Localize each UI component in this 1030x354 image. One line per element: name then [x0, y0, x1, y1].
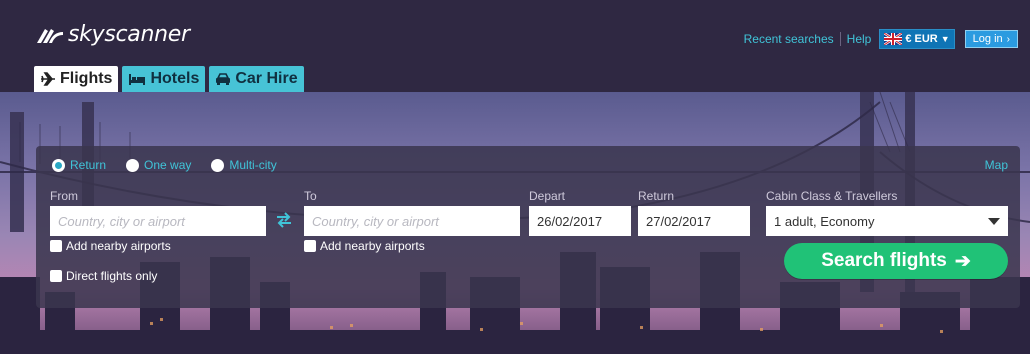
car-icon: [216, 73, 231, 85]
tab-flights[interactable]: Flights: [34, 66, 119, 92]
radio-label: Return: [70, 158, 107, 172]
trip-type-multi-city[interactable]: Multi-city: [211, 158, 277, 172]
to-input[interactable]: [304, 206, 520, 236]
skyscanner-logo[interactable]: skyscanner: [34, 21, 190, 47]
depart-label: Depart: [529, 189, 566, 203]
search-button-label: Search flights: [821, 250, 947, 271]
trip-type-one-way[interactable]: One way: [126, 158, 191, 172]
search-flights-button[interactable]: Search flights ➔: [784, 243, 1008, 279]
recent-searches-link[interactable]: Recent searches: [738, 32, 840, 46]
radio-label: Multi-city: [229, 158, 277, 172]
login-button[interactable]: Log in ›: [964, 30, 1018, 48]
from-label: From: [50, 189, 78, 203]
swap-icon[interactable]: [275, 212, 293, 228]
uk-flag-icon: [884, 33, 903, 45]
radio-icon: [211, 158, 225, 172]
nearby-to-checkbox[interactable]: Add nearby airports: [304, 239, 425, 253]
bed-icon: [129, 74, 146, 85]
arrow-right-icon: ➔: [954, 250, 971, 272]
to-label: To: [304, 189, 317, 203]
caret-down-icon: [988, 217, 1000, 225]
trip-type-return[interactable]: Return: [52, 158, 106, 172]
help-link[interactable]: Help: [841, 32, 878, 46]
login-label: Log in: [972, 33, 1003, 45]
radio-icon: [126, 158, 140, 172]
tab-label: Flights: [60, 70, 113, 87]
currency-label: € EUR: [905, 33, 938, 45]
plane-icon: [41, 72, 55, 86]
direct-flights-checkbox[interactable]: Direct flights only: [50, 269, 157, 283]
cabin-value: 1 adult, Economy: [774, 213, 875, 229]
chevron-right-icon: ›: [1006, 33, 1010, 45]
radio-label: One way: [144, 158, 192, 172]
tab-hotels[interactable]: Hotels: [122, 66, 206, 92]
flight-search-panel: Return One way Multi-city Map From To De…: [36, 146, 1020, 308]
checkbox-icon: [50, 240, 62, 252]
tab-label: Car Hire: [235, 70, 298, 87]
cabin-class-select[interactable]: 1 adult, Economy: [766, 206, 1008, 236]
product-tabs: Flights Hotels Car Hire: [34, 66, 304, 92]
return-date-input[interactable]: [638, 206, 750, 236]
return-label: Return: [638, 189, 675, 203]
checkbox-icon: [304, 240, 316, 252]
trip-type-selector: Return One way Multi-city: [52, 158, 277, 172]
checkbox-label: Add nearby airports: [66, 239, 171, 253]
checkbox-label: Add nearby airports: [320, 239, 425, 253]
radio-selected-icon: [52, 158, 65, 172]
logo-text: skyscanner: [68, 21, 190, 47]
chevron-down-icon: ▼: [940, 34, 950, 44]
checkbox-label: Direct flights only: [66, 269, 158, 283]
map-link[interactable]: Map: [985, 158, 1008, 172]
nearby-from-checkbox[interactable]: Add nearby airports: [50, 239, 171, 253]
depart-date-input[interactable]: [529, 206, 631, 236]
checkbox-icon: [50, 270, 62, 282]
tab-car-hire[interactable]: Car Hire: [209, 66, 304, 92]
top-bar: skyscanner Recent searches Help € EUR ▼ …: [0, 0, 1030, 92]
cabin-label: Cabin Class & Travellers: [766, 189, 898, 203]
from-input[interactable]: [50, 206, 266, 236]
skyscanner-logo-icon: [37, 29, 63, 43]
header-links: Recent searches Help € EUR ▼ Log in ›: [738, 28, 1018, 50]
tab-label: Hotels: [150, 70, 200, 87]
currency-selector[interactable]: € EUR ▼: [879, 29, 955, 49]
